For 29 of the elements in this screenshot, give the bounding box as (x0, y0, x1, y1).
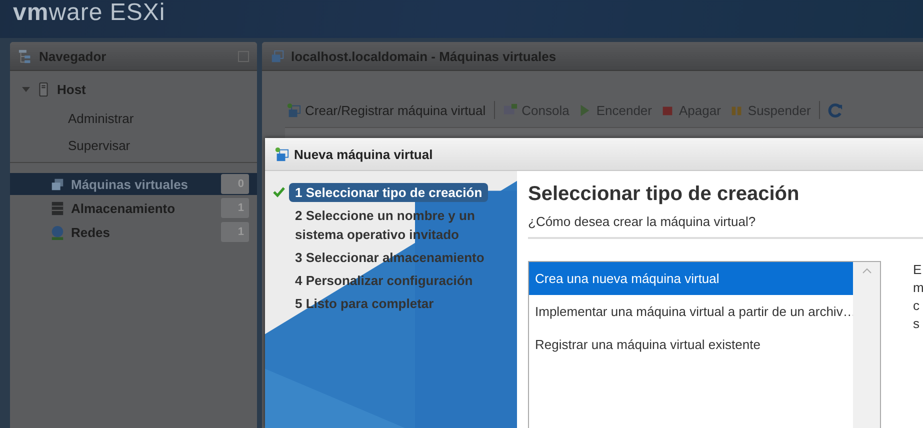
vm-icon (274, 146, 289, 162)
caret-icon[interactable] (22, 85, 30, 93)
nav-item[interactable]: Supervisar (10, 125, 257, 152)
question-text: ¿Cómo desea crear la máquina virtual? (528, 214, 757, 229)
logo: vmware ESXi (13, 0, 166, 26)
list-option[interactable]: Crea una nueva máquina virtual (529, 262, 853, 295)
globe-icon (50, 224, 65, 240)
scroll-up-icon[interactable] (862, 268, 872, 274)
nav-item[interactable]: Administrar (10, 97, 257, 125)
refresh-icon (828, 102, 843, 118)
scrollbar[interactable] (853, 262, 880, 428)
wizard-step[interactable]: 1 Seleccionar tipo de creación (289, 183, 488, 202)
description-text: s (913, 315, 920, 333)
list-option[interactable]: Implementar una máquina virtual a partir de un archiv… (529, 295, 853, 328)
refresh-button[interactable] (828, 102, 843, 118)
page-heading: Seleccionar tipo de creación (528, 183, 800, 206)
dialog-title: Nueva máquina virtual (294, 146, 433, 162)
storage-icon (50, 200, 65, 216)
vm-icon (270, 48, 285, 64)
list-option[interactable]: Registrar una máquina virtual existente (529, 328, 853, 361)
vm-icon (50, 176, 65, 192)
toolbar-button[interactable]: Crear/Registrar máquina virtual (286, 102, 486, 118)
description-text: m (913, 279, 923, 297)
description-text: c (913, 297, 920, 315)
host-item[interactable]: Host (57, 82, 86, 96)
description-text: E (913, 261, 923, 279)
vm-icon (286, 102, 301, 118)
tree-icon (18, 48, 33, 64)
collapse-icon[interactable] (238, 50, 249, 62)
